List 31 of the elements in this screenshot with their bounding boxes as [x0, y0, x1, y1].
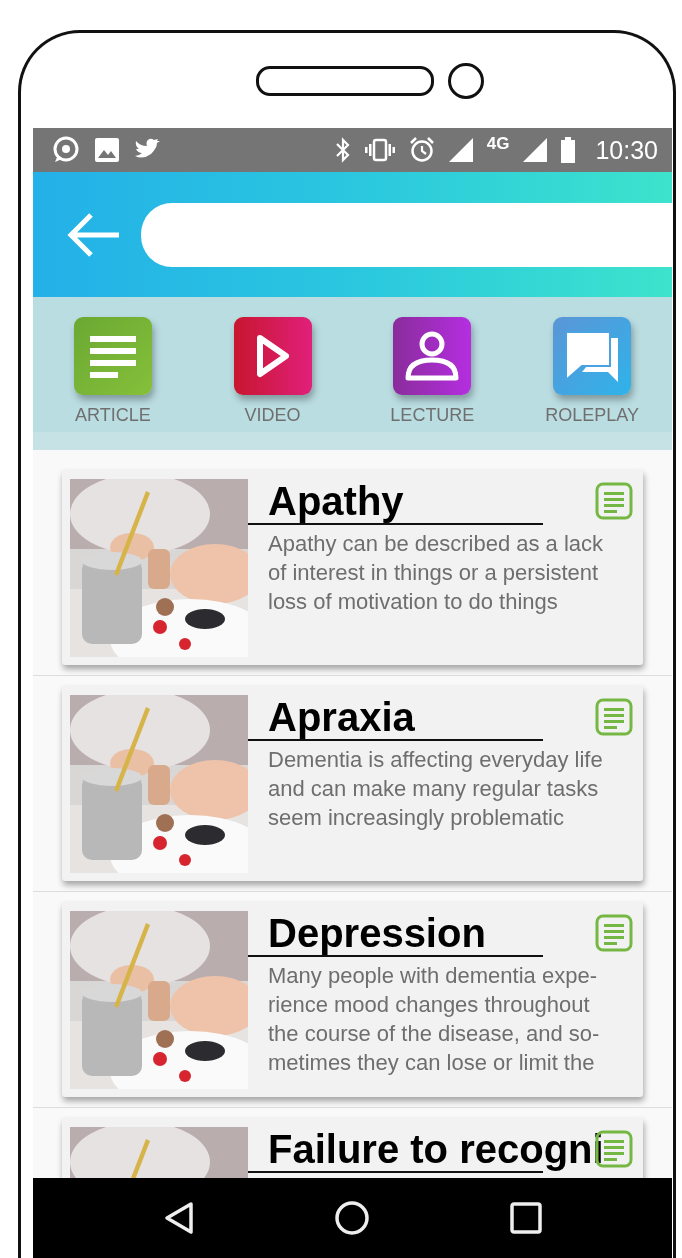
alarm-clock-icon	[408, 137, 435, 163]
chat-app-icon	[51, 135, 81, 165]
network-type: 4G	[486, 134, 510, 154]
article-card[interactable]: Apraxia Dementia is affecting everyday life and can make many regular tasks seem increasingly problematic	[62, 686, 643, 881]
card-title: Depression	[268, 911, 486, 955]
circle-icon	[334, 1201, 369, 1235]
card-description: Dementia is affecting everyday life and can make many regular tasks seem increasingly problematic	[267, 746, 604, 832]
square-icon	[509, 1202, 542, 1234]
play-icon	[255, 334, 290, 378]
bluetooth-icon	[334, 137, 351, 163]
image-icon	[95, 138, 119, 162]
card-description: Many people with dementia expe- rience mood changes throughout the course of the disease, and so- metimes they can lose or limit the	[267, 962, 601, 1077]
home-nav-button[interactable]	[334, 1201, 369, 1235]
back-arrow-icon	[67, 211, 121, 258]
back-nav-button[interactable]	[163, 1201, 194, 1235]
search-field[interactable]	[141, 202, 672, 267]
article-card[interactable]: Depression Many people with dementia expe- rience mood changes throughout the course of the disease, and so- metimes they can lose or limit the	[62, 902, 643, 1097]
card-description: Apathy can be described as a lack of interest in things or a persistent loss of motivation to do things	[267, 530, 605, 616]
article-card[interactable]: Apathy Apathy can be described as a lack of interest in things or a persistent loss of motivation to do things	[62, 470, 643, 665]
triangle-icon	[163, 1201, 194, 1235]
battery-icon	[561, 137, 576, 163]
card-title: Apraxia	[268, 695, 415, 739]
card-title: Apathy	[268, 479, 404, 523]
vibrate-icon	[364, 138, 395, 162]
clock-time: 10:30	[595, 135, 658, 165]
front-camera	[447, 62, 484, 99]
lines-icon	[87, 334, 138, 378]
person-icon	[404, 331, 461, 381]
signal-icon	[448, 138, 473, 162]
recents-nav-button[interactable]	[509, 1202, 542, 1234]
signal-icon	[523, 138, 548, 162]
